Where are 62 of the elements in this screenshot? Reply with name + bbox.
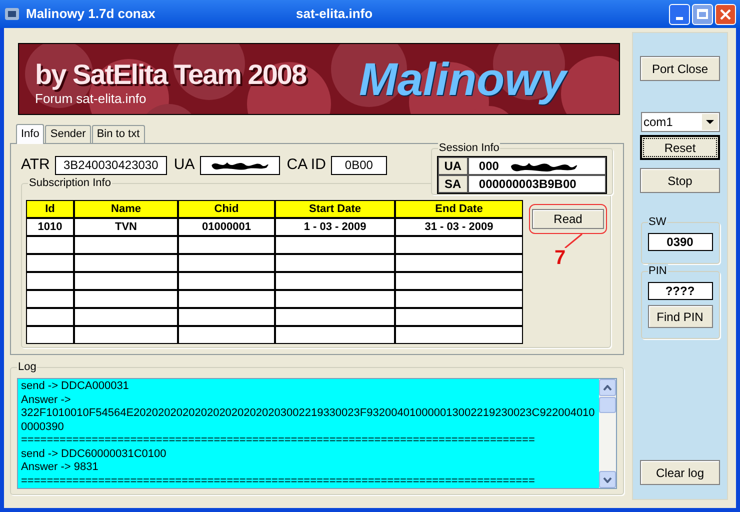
- table-cell: 000000003B9B00: [468, 175, 606, 193]
- port-dropdown[interactable]: com1: [640, 112, 720, 132]
- close-button[interactable]: [715, 4, 736, 24]
- log-line: send -> DDCA000031: [21, 380, 130, 394]
- banner-headline: by SatElita Team 2008: [35, 60, 306, 90]
- log-text-area[interactable]: [18, 379, 599, 488]
- table-cell: [26, 326, 74, 344]
- atr-field[interactable]: 3B240030423030: [54, 156, 167, 175]
- table-cell: [26, 236, 74, 254]
- log-line: Answer ->: [21, 394, 72, 407]
- column-header: Name: [74, 200, 178, 218]
- scrollbar[interactable]: [599, 379, 616, 488]
- table-cell: [26, 308, 74, 326]
- close-icon: [720, 8, 731, 20]
- table-cell: TVN: [74, 218, 178, 236]
- table-cell: 000: [468, 157, 606, 175]
- pin-field[interactable]: ????: [648, 282, 712, 300]
- log-line: ================================================================================: [21, 434, 536, 448]
- push-button[interactable]: Clear log: [640, 460, 720, 485]
- window-subtitle: sat-elita.info: [296, 5, 373, 24]
- ca-id-field[interactable]: 0B00: [330, 156, 387, 175]
- push-button[interactable]: Read: [532, 209, 604, 229]
- app-icon: [4, 6, 20, 22]
- group-title: Subscription Info: [28, 176, 112, 190]
- table-cell: [26, 254, 74, 272]
- table-cell: [26, 272, 74, 290]
- column-header: End Date: [395, 200, 523, 218]
- push-button[interactable]: Stop: [640, 168, 720, 193]
- table-cell: [26, 290, 74, 308]
- log-line: send -> DDC60000031C0100: [21, 448, 168, 461]
- table-cell: UA: [438, 157, 468, 175]
- tab[interactable]: Sender: [45, 125, 91, 143]
- table-cell: 31 - 03 - 2009: [395, 218, 523, 236]
- banner-logo: Malinowy: [359, 54, 566, 104]
- tab[interactable]: Bin to txt: [92, 125, 145, 143]
- table-cell: 01000001: [178, 218, 275, 236]
- ca-id-label: CA ID: [286, 155, 326, 175]
- group-title: Log: [17, 360, 38, 374]
- log-line: 322F1010010F54564E2020202020202020202020203002219330023F932004010000013002219230023C9220040100000390: [21, 407, 596, 434]
- minimize-button[interactable]: [669, 4, 690, 24]
- table-cell: SA: [438, 175, 468, 193]
- maximize-button[interactable]: [692, 4, 713, 24]
- scroll-down-icon[interactable]: [599, 471, 616, 488]
- log-line: Answer -> 9831: [21, 461, 100, 474]
- scroll-thumb[interactable]: [599, 397, 616, 413]
- ua-label: UA: [174, 155, 195, 175]
- column-header: Id: [26, 200, 74, 218]
- push-button[interactable]: Port Close: [640, 56, 720, 81]
- atr-label: ATR: [21, 155, 50, 175]
- table-cell: 1010: [26, 218, 74, 236]
- column-header: Chid: [178, 200, 275, 218]
- tab[interactable]: Info: [16, 124, 44, 144]
- table-cell: 1 - 03 - 2009: [275, 218, 395, 236]
- scroll-up-icon[interactable]: [599, 379, 616, 396]
- log-line: ================================================================================: [21, 474, 536, 488]
- window-title: Malinowy 1.7d conax: [26, 5, 156, 24]
- push-button[interactable]: Find PIN: [648, 305, 712, 328]
- push-button[interactable]: Reset: [640, 135, 720, 160]
- annotation-label: 7: [554, 248, 566, 268]
- ua-field[interactable]: [200, 156, 280, 175]
- sw-field: 0390: [648, 233, 712, 251]
- column-header: Start Date: [275, 200, 395, 218]
